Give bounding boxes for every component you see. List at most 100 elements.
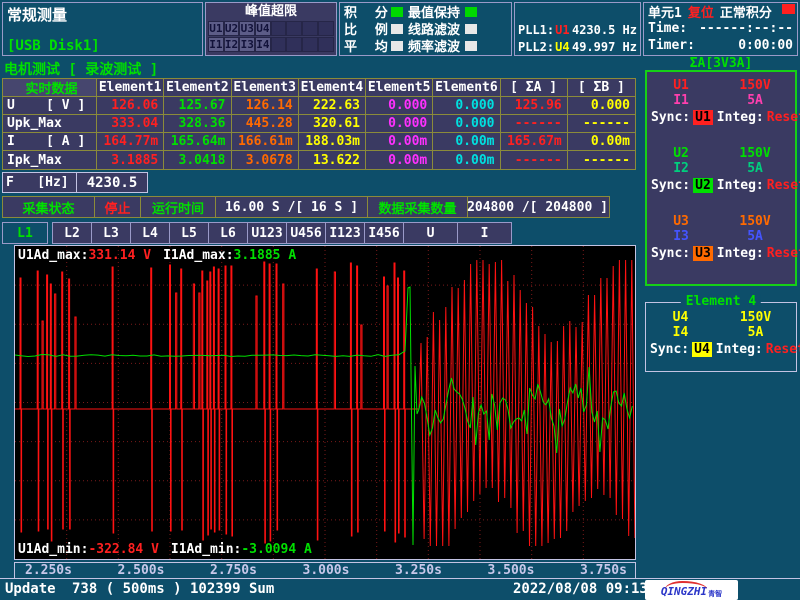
integ-reset[interactable]: Reset	[766, 342, 800, 357]
voltage-range: 150V	[715, 214, 795, 229]
tab-l4[interactable]: L4	[130, 222, 170, 244]
u-min-value: -322.84	[88, 542, 143, 557]
measure-mode-indicators: 积 分最值保持比 例线路滤波平 均频率滤波	[339, 2, 512, 56]
table-cell: 0.000	[433, 115, 500, 133]
table-col-header: [ ΣB ]	[568, 79, 635, 97]
table-cell: 333.04	[97, 115, 164, 133]
pll-box: PLL1:U14230.5 HzPLL2:U449.997 Hz	[514, 2, 641, 56]
tab-u[interactable]: U	[403, 222, 458, 244]
unit-status-box: 单元1 复位 正常积分 Time: ------:--:-- Timer: 0:…	[643, 2, 798, 56]
table-cell: 222.63	[299, 97, 366, 115]
integ-reset[interactable]: Reset	[767, 178, 800, 193]
peak-empty-cell	[286, 37, 302, 52]
voltage-channel: U3	[647, 214, 715, 229]
power-analyzer-screen: 常规测量 [USB Disk1] 峰值超限 U1U2U3U4I1I2I3I4 积…	[0, 0, 800, 600]
table-cell: 125.96	[501, 97, 568, 115]
integ-reset[interactable]: Reset	[767, 246, 800, 261]
timer-label: Timer:	[648, 38, 695, 53]
time-tick-label: 2.250s	[25, 563, 72, 578]
integ-label: Integ:	[717, 246, 764, 261]
table-cell: 0.000	[366, 115, 433, 133]
table-cell: ------	[568, 151, 635, 169]
indicator-led-icon	[391, 41, 403, 51]
indicator-led-icon	[465, 41, 477, 51]
table-cell: 3.1885	[97, 151, 164, 169]
peak-empty-cell	[302, 37, 318, 52]
table-col-header: Element1	[97, 79, 164, 97]
table-cell: 166.61m	[232, 133, 299, 151]
table-cell: ------	[501, 151, 568, 169]
table-cell: 126.14	[232, 97, 299, 115]
peak-empty-cell	[286, 21, 302, 36]
tab-l5[interactable]: L5	[169, 222, 209, 244]
timer-value: 0:00:00	[738, 38, 793, 53]
table-cell: 165.67m	[501, 133, 568, 151]
time-tick-label: 2.750s	[210, 563, 257, 578]
i-max-value: 3.1885	[234, 248, 281, 263]
voltage-range: 150V	[715, 146, 795, 161]
tab-i123[interactable]: I123	[325, 222, 365, 244]
unit-reset-label[interactable]: 复位	[688, 2, 714, 21]
integ-label: Integ:	[717, 178, 764, 193]
frequency-label: F [Hz]	[3, 173, 77, 192]
peak-channel-cell: I1	[208, 37, 224, 52]
table-cell: 445.28	[232, 115, 299, 133]
table-row-label: Ipk_Max	[3, 151, 97, 169]
sync-label: Sync:	[651, 110, 690, 125]
sigma-panel-title: ΣA[3V3A]	[645, 56, 797, 71]
acquisition-cell: 停止	[95, 197, 141, 217]
tab-i456[interactable]: I456	[364, 222, 404, 244]
peak-empty-cell	[318, 37, 334, 52]
table-cell: 125.67	[164, 97, 231, 115]
peak-channel-cell: I3	[239, 37, 255, 52]
peak-empty-cell	[318, 21, 334, 36]
table-col-header: [ ΣA ]	[501, 79, 568, 97]
pll-label: PLL2:	[518, 40, 554, 54]
brand-logo: QINGZHI 青智	[645, 580, 738, 600]
current-channel: I1	[647, 93, 715, 108]
tab-l2[interactable]: L2	[52, 222, 92, 244]
tab-l1[interactable]: L1	[2, 222, 48, 244]
tab-i[interactable]: I	[457, 222, 512, 244]
table-cell: 13.622	[299, 151, 366, 169]
sync-source-chip[interactable]: U3	[693, 246, 713, 261]
table-cell: 0.000	[433, 97, 500, 115]
tab-l6[interactable]: L6	[208, 222, 248, 244]
acquisition-cell: 204800 /[ 204800 ]	[468, 197, 607, 217]
sync-label: Sync:	[650, 342, 689, 357]
scope-max-readout: U1Ad_max:331.14 V I1Ad_max:3.1885 A	[18, 248, 296, 263]
current-range: 5A	[715, 229, 795, 244]
sync-source-chip[interactable]: U1	[693, 110, 713, 125]
table-cell: 0.000	[366, 97, 433, 115]
voltage-channel: U4	[646, 310, 715, 325]
integ-reset[interactable]: Reset	[767, 110, 800, 125]
update-value: 738 ( 500ms ) 102399 Sum	[72, 581, 274, 597]
update-label: Update	[5, 581, 56, 597]
table-cell: 328.36	[164, 115, 231, 133]
tab-u123[interactable]: U123	[247, 222, 287, 244]
time-value: ------:--:--	[699, 21, 793, 36]
table-corner: 实时数据	[3, 79, 97, 97]
time-tick-label: 3.000s	[303, 563, 350, 578]
table-col-header: Element5	[366, 79, 433, 97]
element4-title: Element 4	[681, 294, 761, 309]
table-cell: 188.03m	[299, 133, 366, 151]
pll-label: PLL1:	[518, 23, 554, 37]
tab-u456[interactable]: U456	[286, 222, 326, 244]
table-cell: 126.06	[97, 97, 164, 115]
sync-source-chip[interactable]: U4	[692, 342, 712, 357]
tab-l3[interactable]: L3	[91, 222, 131, 244]
time-axis: 2.250s2.500s2.750s3.000s3.250s3.500s3.75…	[14, 562, 636, 579]
current-range: 5A	[715, 325, 796, 340]
sync-source-chip[interactable]: U2	[693, 178, 713, 193]
table-cell: 0.000	[568, 97, 635, 115]
peak-empty-cell	[271, 21, 287, 36]
table-cell: 164.77m	[97, 133, 164, 151]
time-label: Time:	[648, 21, 687, 36]
table-cell: 165.64m	[164, 133, 231, 151]
indicator-led-icon	[465, 24, 477, 34]
table-cell: ------	[501, 115, 568, 133]
voltage-range: 150V	[715, 78, 795, 93]
table-cell: 0.00m	[433, 151, 500, 169]
table-cell: 0.00m	[568, 133, 635, 151]
